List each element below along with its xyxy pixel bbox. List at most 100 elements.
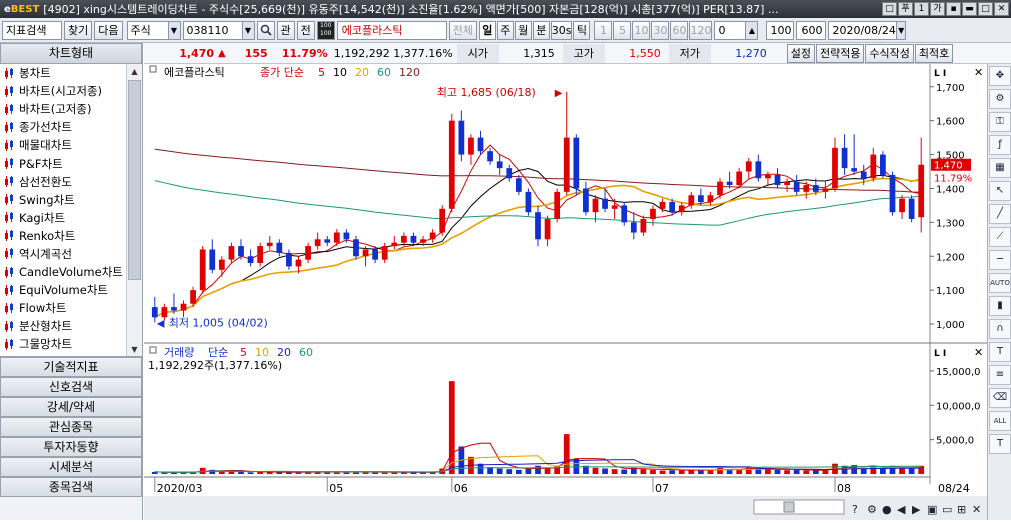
close-icon[interactable]: ✕ (974, 346, 983, 359)
list-item[interactable]: 봉차트 (0, 64, 142, 82)
candle[interactable] (496, 161, 503, 169)
candle[interactable] (880, 154, 886, 175)
left-menu-button-1[interactable]: 신호검색 (0, 377, 142, 397)
magnet-icon[interactable]: ∩ (989, 319, 1011, 339)
candle[interactable] (343, 232, 350, 240)
calendar-icon[interactable]: ▼ (895, 21, 906, 39)
candle[interactable] (381, 246, 388, 260)
volume-bar[interactable] (506, 469, 513, 474)
volume-bar[interactable] (602, 468, 608, 475)
candle[interactable] (755, 161, 762, 179)
candle[interactable] (889, 174, 896, 213)
chevron-down-icon[interactable]: ▼ (167, 21, 180, 39)
candle[interactable] (353, 239, 359, 257)
candle[interactable] (793, 181, 800, 192)
volume-bar[interactable] (822, 470, 829, 474)
candle[interactable] (439, 208, 446, 233)
candle[interactable] (324, 239, 331, 243)
candle[interactable] (688, 195, 695, 206)
info-button-3[interactable]: 최적호 (914, 43, 954, 63)
candle[interactable] (333, 232, 340, 243)
list-item[interactable]: 종가선차트 (0, 118, 142, 136)
volume-bar[interactable] (659, 470, 666, 474)
minute-button-10[interactable]: 10 (632, 20, 651, 40)
candle[interactable] (784, 181, 790, 186)
candle[interactable] (420, 239, 426, 243)
candle[interactable] (218, 259, 225, 270)
list-item[interactable]: Swing차트 (0, 191, 142, 209)
volume-bar[interactable] (717, 467, 723, 474)
candle[interactable] (506, 168, 513, 179)
candle[interactable] (611, 205, 618, 209)
market-type-select[interactable]: 주식 ▼ (126, 20, 181, 40)
zoom-slider[interactable] (753, 499, 845, 515)
candle[interactable] (266, 242, 273, 247)
info-button-1[interactable]: 전략적용 (815, 43, 865, 63)
candle[interactable] (697, 195, 704, 203)
tab-period-5[interactable]: 틱 (573, 20, 591, 40)
candle[interactable] (228, 246, 235, 260)
volume-bar[interactable] (669, 470, 675, 474)
chart-type-header[interactable]: 차트형태 (0, 43, 142, 64)
list-item[interactable]: 바차트(고저종) (0, 100, 142, 118)
window-button-0[interactable]: □ (882, 2, 897, 16)
indicator-search-input[interactable]: 지표검색 (2, 20, 62, 40)
candle[interactable] (286, 252, 292, 267)
candle[interactable] (477, 137, 484, 152)
candle[interactable] (860, 171, 867, 179)
auto-icon[interactable]: AUTO (989, 273, 1011, 293)
pointer-icon[interactable]: ↖ (989, 181, 1011, 201)
candle[interactable] (257, 246, 264, 264)
fibonacci-icon[interactable]: ≡ (989, 365, 1011, 385)
candle[interactable] (851, 168, 858, 172)
find-button[interactable]: 찾기 (64, 20, 93, 40)
volume-bar[interactable] (707, 470, 714, 474)
candle[interactable] (180, 303, 187, 311)
total-count-input[interactable]: 600 (796, 20, 827, 40)
list-item[interactable]: 바차트(시고저종) (0, 82, 142, 100)
text-tool-icon[interactable]: T (989, 342, 1011, 362)
layout-icon[interactable]: ▭ (942, 503, 952, 516)
candle[interactable] (401, 235, 407, 243)
volume-bar[interactable] (803, 470, 810, 474)
volume-bar[interactable] (496, 468, 503, 475)
candle[interactable] (190, 290, 196, 304)
volume-bar[interactable] (525, 468, 532, 475)
candle[interactable] (487, 151, 493, 162)
list-item[interactable]: EquiVolume차트 (0, 281, 142, 299)
volume-bar[interactable] (238, 471, 244, 474)
candle[interactable] (745, 161, 752, 172)
candle[interactable] (535, 212, 541, 240)
lock-icon[interactable]: ⚿ (989, 112, 1011, 132)
candle[interactable] (899, 198, 905, 213)
candle[interactable] (630, 222, 637, 233)
delete-all-icon[interactable]: ALL (989, 411, 1011, 431)
info-button-2[interactable]: 수식작성 (865, 43, 914, 63)
candle[interactable] (362, 249, 369, 257)
candle[interactable] (832, 147, 838, 189)
candle[interactable] (870, 154, 877, 179)
minute-button-120[interactable]: 120 (689, 20, 713, 40)
candle[interactable] (621, 205, 628, 223)
left-menu-button-5[interactable]: 시세분석 (0, 457, 142, 477)
volume-bar[interactable] (621, 469, 628, 474)
candle[interactable] (410, 235, 417, 243)
left-menu-button-2[interactable]: 강세/약세 (0, 397, 142, 417)
list-item[interactable]: 그물망차트 (0, 335, 142, 353)
candle-icon[interactable]: ▮ (989, 296, 1011, 316)
volume-bar[interactable] (774, 469, 781, 474)
candle[interactable] (429, 232, 436, 240)
list-item[interactable]: Renko차트 (0, 227, 142, 245)
left-menu-button-3[interactable]: 관심종목 (0, 417, 142, 437)
previous-button[interactable]: 전 (296, 20, 315, 40)
volume-bar[interactable] (678, 470, 685, 474)
candle[interactable] (822, 188, 829, 192)
crosshair-icon[interactable]: ✥ (989, 66, 1011, 86)
candle[interactable] (669, 202, 675, 213)
candle[interactable] (314, 239, 321, 247)
candle[interactable] (803, 185, 810, 192)
candle[interactable] (448, 120, 455, 209)
display-count-input[interactable]: 100 (766, 20, 795, 40)
volume-bar[interactable] (640, 469, 647, 474)
stock-code-input[interactable]: 038110 ▼ (182, 20, 255, 40)
